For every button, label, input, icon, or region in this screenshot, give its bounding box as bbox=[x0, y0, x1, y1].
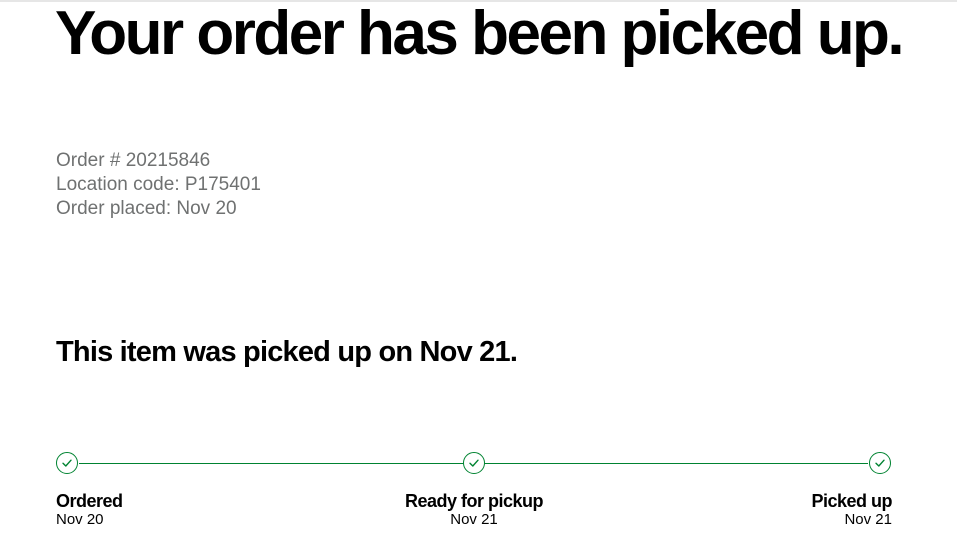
check-circle-icon bbox=[463, 452, 485, 474]
check-circle-icon bbox=[869, 452, 891, 474]
step-ready-date: Nov 21 bbox=[450, 511, 498, 528]
step-picked-up-label: Picked up bbox=[811, 491, 892, 511]
location-code: Location code: P175401 bbox=[56, 174, 261, 195]
step-ordered-label: Ordered bbox=[56, 491, 123, 511]
pickup-status-message: This item was picked up on Nov 21. bbox=[56, 336, 518, 368]
step-picked-up-date: Nov 21 bbox=[844, 511, 892, 528]
page-title: Your order has been picked up. bbox=[55, 0, 905, 68]
order-number: Order # 20215846 bbox=[56, 150, 211, 171]
order-placed-date: Order placed: Nov 20 bbox=[56, 198, 237, 219]
step-ready-label: Ready for pickup bbox=[404, 491, 544, 511]
check-circle-icon bbox=[56, 452, 78, 474]
order-info: Order # 20215846 Location code: P175401 … bbox=[56, 149, 261, 221]
step-ordered-date: Nov 20 bbox=[56, 511, 104, 528]
